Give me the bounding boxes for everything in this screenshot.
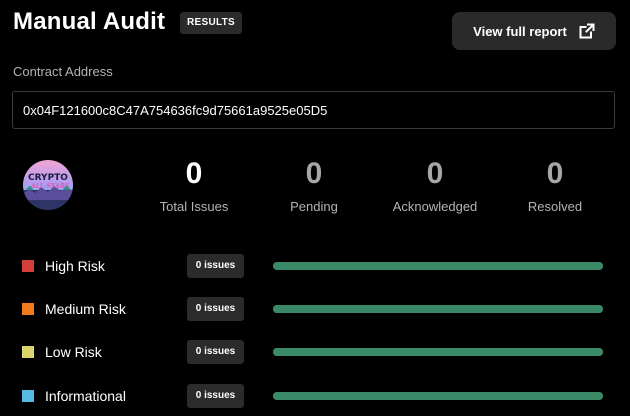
external-link-icon: [579, 23, 595, 39]
resolved-label: Resolved: [527, 199, 583, 214]
pending-label: Pending: [290, 199, 338, 214]
pending-value: 0: [305, 157, 323, 190]
medium-risk-issues-badge: 0 issues: [187, 297, 244, 321]
resolved-value: 0: [546, 157, 564, 190]
total-issues-label: Total Issues: [159, 199, 229, 214]
informational-issues-badge: 0 issues: [187, 384, 244, 408]
project-logo: CRYPTO ALL-STARS: [23, 173, 73, 210]
view-full-report-label: View full report: [473, 23, 567, 39]
acknowledged-label: Acknowledged: [392, 199, 478, 214]
low-risk-swatch: [22, 346, 34, 358]
informational-label: Informational: [45, 388, 126, 404]
results-badge: RESULTS: [180, 12, 243, 34]
high-risk-label: High Risk: [45, 258, 105, 274]
project-avatar: CRYPTO ALL-STARS: [23, 160, 73, 210]
medium-risk-label: Medium Risk: [45, 301, 126, 317]
low-risk-issues-badge: 0 issues: [187, 340, 244, 364]
risk-row-high: High Risk 0 issues: [22, 254, 607, 278]
low-risk-bar: [273, 348, 603, 356]
logo-subtext: ALL-STARS: [30, 183, 70, 190]
high-risk-swatch: [22, 260, 34, 272]
contract-address-field[interactable]: [12, 91, 615, 129]
medium-risk-bar: [273, 305, 603, 313]
total-issues-value: 0: [185, 157, 203, 190]
acknowledged-value: 0: [426, 157, 444, 190]
high-risk-bar: [273, 262, 603, 270]
stat-total-issues: 0 Total Issues: [134, 156, 254, 214]
page-title: Manual Audit: [13, 8, 166, 35]
stat-pending: 0 Pending: [254, 156, 374, 214]
low-risk-label: Low Risk: [45, 344, 102, 360]
medium-risk-swatch: [22, 303, 34, 315]
risk-row-medium: Medium Risk 0 issues: [22, 297, 607, 321]
audit-panel: Manual Audit RESULTS View full report Co…: [0, 0, 630, 416]
contract-address-label: Contract Address: [13, 64, 113, 79]
stat-acknowledged: 0 Acknowledged: [375, 156, 495, 214]
informational-swatch: [22, 390, 34, 402]
risk-row-informational: Informational 0 issues: [22, 384, 607, 408]
view-full-report-button[interactable]: View full report: [452, 12, 616, 50]
risk-row-low: Low Risk 0 issues: [22, 340, 607, 364]
informational-bar: [273, 392, 603, 400]
logo-text: CRYPTO: [28, 173, 68, 183]
high-risk-issues-badge: 0 issues: [187, 254, 244, 278]
stat-resolved: 0 Resolved: [495, 156, 615, 214]
